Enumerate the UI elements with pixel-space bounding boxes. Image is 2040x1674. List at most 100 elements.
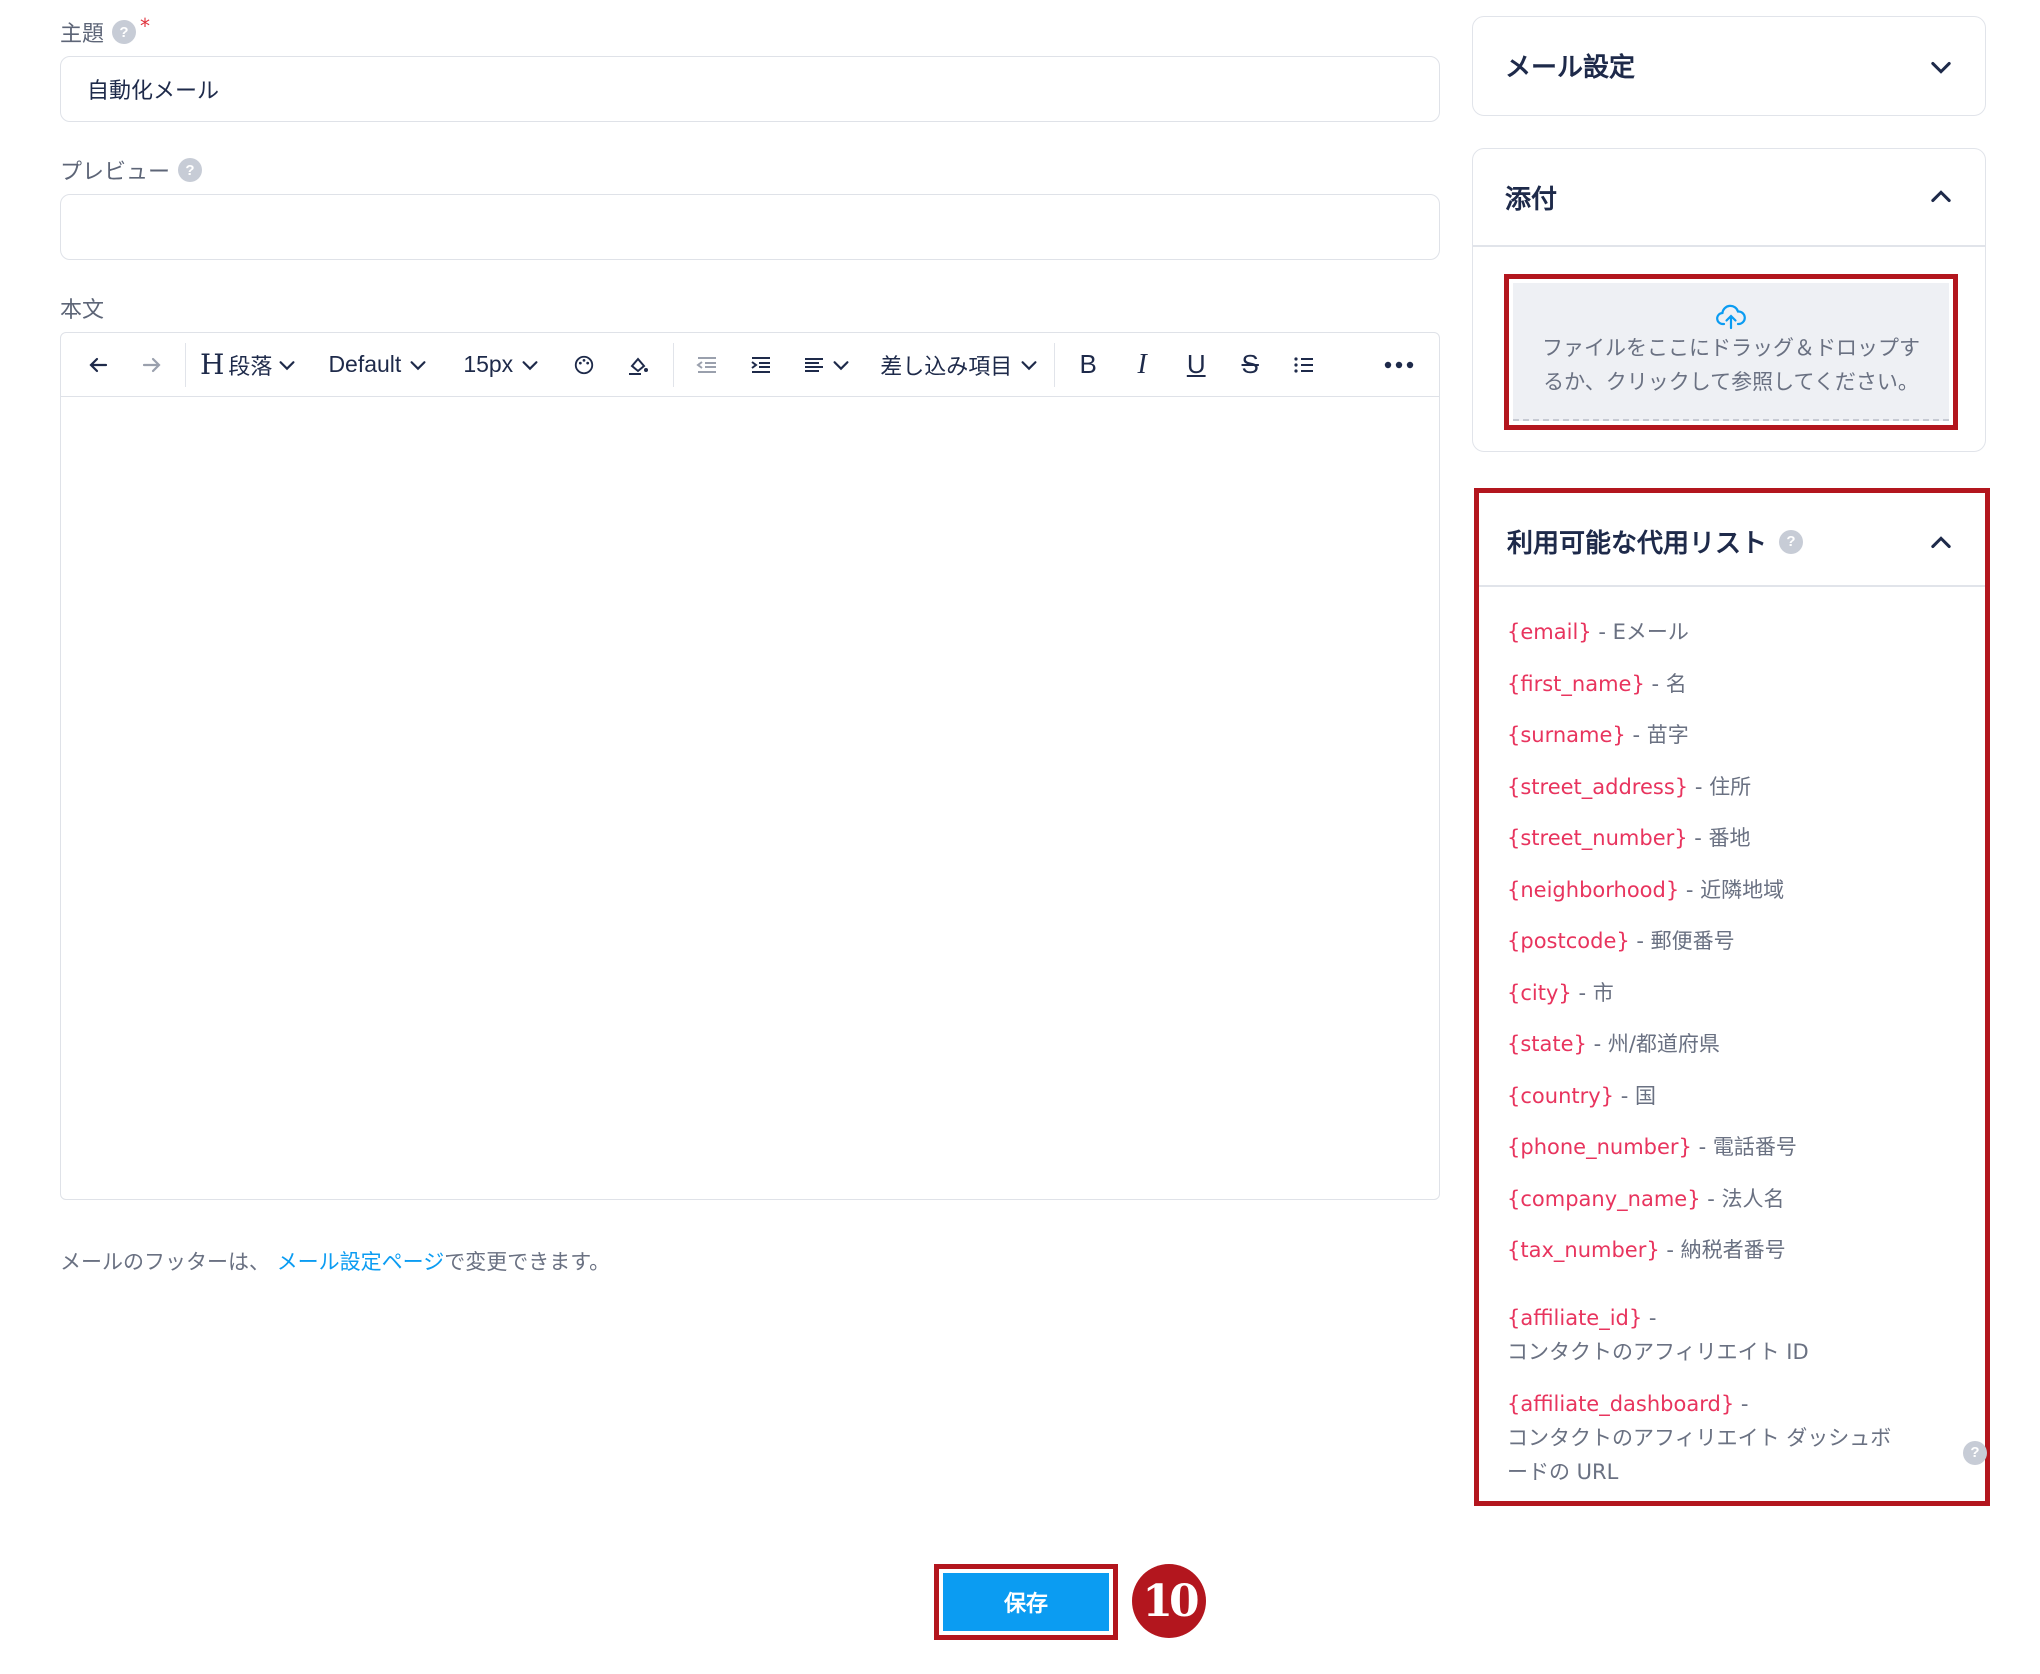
substitution-desc-line-1: コンタクトのアフィリエイト ダッシュボ — [1507, 1425, 1892, 1450]
chevron-down-icon — [522, 360, 538, 370]
substitution-code[interactable]: {company_name} — [1507, 1187, 1701, 1211]
substitution-code[interactable]: {state} — [1507, 1032, 1587, 1056]
substitution-desc: - 電話番号 — [1691, 1135, 1797, 1159]
font-dropdown-label: Default — [328, 351, 402, 377]
substitution-code[interactable]: {affiliate_dashboard} — [1507, 1392, 1734, 1416]
help-icon[interactable]: ? — [1779, 529, 1804, 554]
heading-glyph: H — [200, 348, 225, 381]
body-label-row: 本文 — [60, 292, 104, 324]
toolbar-divider — [673, 342, 675, 387]
substitution-desc: - 法人名 — [1700, 1186, 1785, 1211]
preview-label-row: プレビュー ? — [60, 154, 203, 186]
footer-note-before: メールのフッターは、 — [60, 1250, 270, 1274]
substitution-desc: - 名 — [1644, 671, 1687, 696]
substitution-dash: - — [1642, 1305, 1657, 1330]
substitution-code[interactable]: {surname} — [1507, 723, 1626, 747]
subject-label: 主題 — [60, 22, 105, 47]
toolbar-divider — [185, 342, 186, 387]
substitution-desc-line-2: ードの URL — [1507, 1459, 1619, 1484]
size-dropdown-label: 15px — [463, 351, 514, 377]
highlight-color-icon[interactable] — [621, 345, 655, 385]
size-dropdown[interactable]: 15px — [463, 345, 541, 385]
bullet-list-icon[interactable] — [1287, 345, 1321, 385]
underline-button[interactable]: U — [1179, 345, 1213, 385]
substitution-list: {email} - Eメール {first_name} - 名 {surname} … — [1507, 615, 1987, 1489]
chevron-down-icon — [833, 360, 849, 370]
substitution-code[interactable]: {email} — [1507, 620, 1592, 644]
substitution-code[interactable]: {affiliate_id} — [1507, 1306, 1642, 1330]
subject-input[interactable]: 自動化メール — [60, 56, 1440, 122]
help-icon[interactable]: ? — [178, 158, 203, 182]
align-left-icon — [805, 357, 824, 372]
panel-divider — [1479, 585, 1985, 587]
substitution-code[interactable]: {country} — [1507, 1084, 1614, 1108]
list-item: {tax_number} - 納税者番号 — [1507, 1233, 1967, 1285]
substitution-code[interactable]: {postcode} — [1507, 929, 1630, 953]
subject-input-value: 自動化メール — [87, 79, 220, 104]
mail-settings-link[interactable]: メール設定ページ — [277, 1250, 445, 1274]
chevron-down-icon — [1021, 360, 1037, 370]
editor-content-area[interactable] — [61, 397, 1439, 1199]
mail-settings-panel[interactable]: メール設定 — [1472, 16, 1986, 116]
undo-icon[interactable] — [81, 345, 115, 385]
align-dropdown[interactable] — [802, 345, 852, 385]
chevron-up-icon[interactable] — [1927, 183, 1955, 211]
chevron-up-icon[interactable] — [1927, 529, 1955, 557]
help-icon[interactable]: ? — [1963, 1440, 1987, 1465]
substitution-code[interactable]: {city} — [1507, 981, 1572, 1005]
list-item: {country} - 国 — [1507, 1079, 1967, 1131]
body-editor: H 段落 Default 15px 差し込み項目 B I U S — [60, 332, 1440, 1200]
heading-dropdown[interactable]: H 段落 — [200, 345, 298, 385]
cloud-upload-icon — [1716, 304, 1746, 330]
list-item: {neighborhood} - 近隣地域 — [1507, 873, 1967, 925]
merge-fields-dropdown[interactable]: 差し込み項目 — [880, 345, 1040, 385]
indent-icon[interactable] — [744, 345, 778, 385]
footer-note-after: で変更できます。 — [444, 1250, 611, 1274]
bold-button[interactable]: B — [1071, 345, 1105, 385]
save-button[interactable]: 保存 — [943, 1573, 1109, 1631]
substitution-desc: - 番地 — [1687, 826, 1751, 850]
substitution-desc: - 州/都道府県 — [1586, 1032, 1720, 1056]
list-item: {city} - 市 — [1507, 976, 1967, 1028]
substitution-desc: - 苗字 — [1625, 723, 1689, 747]
substitution-code[interactable]: {street_address} — [1507, 775, 1688, 799]
chevron-down-icon — [279, 360, 295, 370]
strikethrough-button[interactable]: S — [1233, 345, 1267, 385]
substitution-code[interactable]: {neighborhood} — [1507, 878, 1679, 902]
substitution-list-panel: 利用可能な代用リスト ? {email} - Eメール {first_name} … — [1474, 488, 1990, 1506]
list-item: {phone_number} - 電話番号 — [1507, 1130, 1967, 1182]
substitution-desc: - 国 — [1614, 1083, 1656, 1108]
font-dropdown[interactable]: Default — [328, 345, 429, 385]
dropzone-highlight: ファイルをここにドラッグ＆ドロップす るか、クリックして参照してください。 — [1504, 274, 1958, 430]
list-item: {email} - Eメール — [1507, 615, 1967, 667]
chevron-down-icon[interactable] — [1927, 53, 1955, 81]
footer-note: メールのフッターは、 メール設定ページで変更できます。 — [60, 1246, 610, 1276]
step-badge: 10 — [1132, 1564, 1206, 1638]
subject-label-row: 主題 ? * — [60, 14, 150, 48]
substitution-code[interactable]: {first_name} — [1507, 672, 1645, 696]
body-label: 本文 — [60, 298, 105, 323]
file-dropzone[interactable]: ファイルをここにドラッグ＆ドロップす るか、クリックして参照してください。 — [1513, 283, 1949, 421]
italic-button[interactable]: I — [1125, 345, 1159, 385]
substitution-code[interactable]: {street_number} — [1507, 826, 1688, 850]
text-color-icon[interactable] — [567, 345, 601, 385]
toolbar-divider — [1054, 342, 1056, 387]
list-item: {affiliate_dashboard} - コンタクトのアフィリエイト ダッ… — [1507, 1387, 1987, 1489]
list-item: {surname} - 苗字 — [1507, 718, 1967, 770]
substitution-desc: - 近隣地域 — [1679, 877, 1785, 902]
redo-icon[interactable] — [135, 345, 169, 385]
substitution-code[interactable]: {tax_number} — [1507, 1238, 1660, 1262]
list-item: {affiliate_id} - コンタクトのアフィリエイト ID — [1507, 1301, 1967, 1369]
heading-dropdown-label: 段落 — [228, 354, 273, 380]
help-icon[interactable]: ? — [112, 20, 137, 44]
preview-input[interactable] — [60, 194, 1440, 260]
list-item: {state} - 州/都道府県 — [1507, 1027, 1967, 1079]
list-item: {first_name} - 名 — [1507, 667, 1967, 719]
chevron-down-icon — [410, 360, 426, 370]
more-options-icon[interactable] — [1379, 345, 1419, 385]
outdent-icon[interactable] — [690, 345, 724, 385]
list-item: {street_number} - 番地 — [1507, 821, 1967, 873]
mail-settings-title: メール設定 — [1505, 53, 1636, 83]
substitution-code[interactable]: {phone_number} — [1507, 1135, 1692, 1159]
dropzone-text-line-2: るか、クリックして参照してください。 — [1543, 370, 1919, 394]
